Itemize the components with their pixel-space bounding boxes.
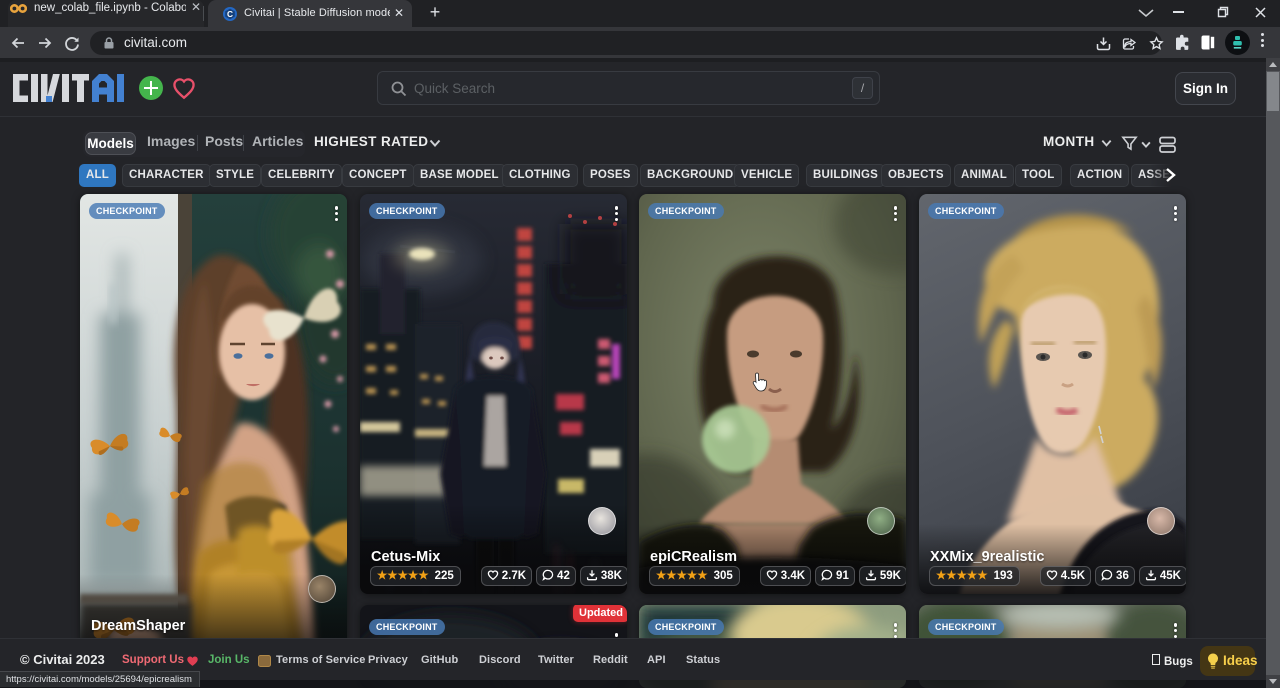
svg-text:C: C	[227, 9, 233, 19]
